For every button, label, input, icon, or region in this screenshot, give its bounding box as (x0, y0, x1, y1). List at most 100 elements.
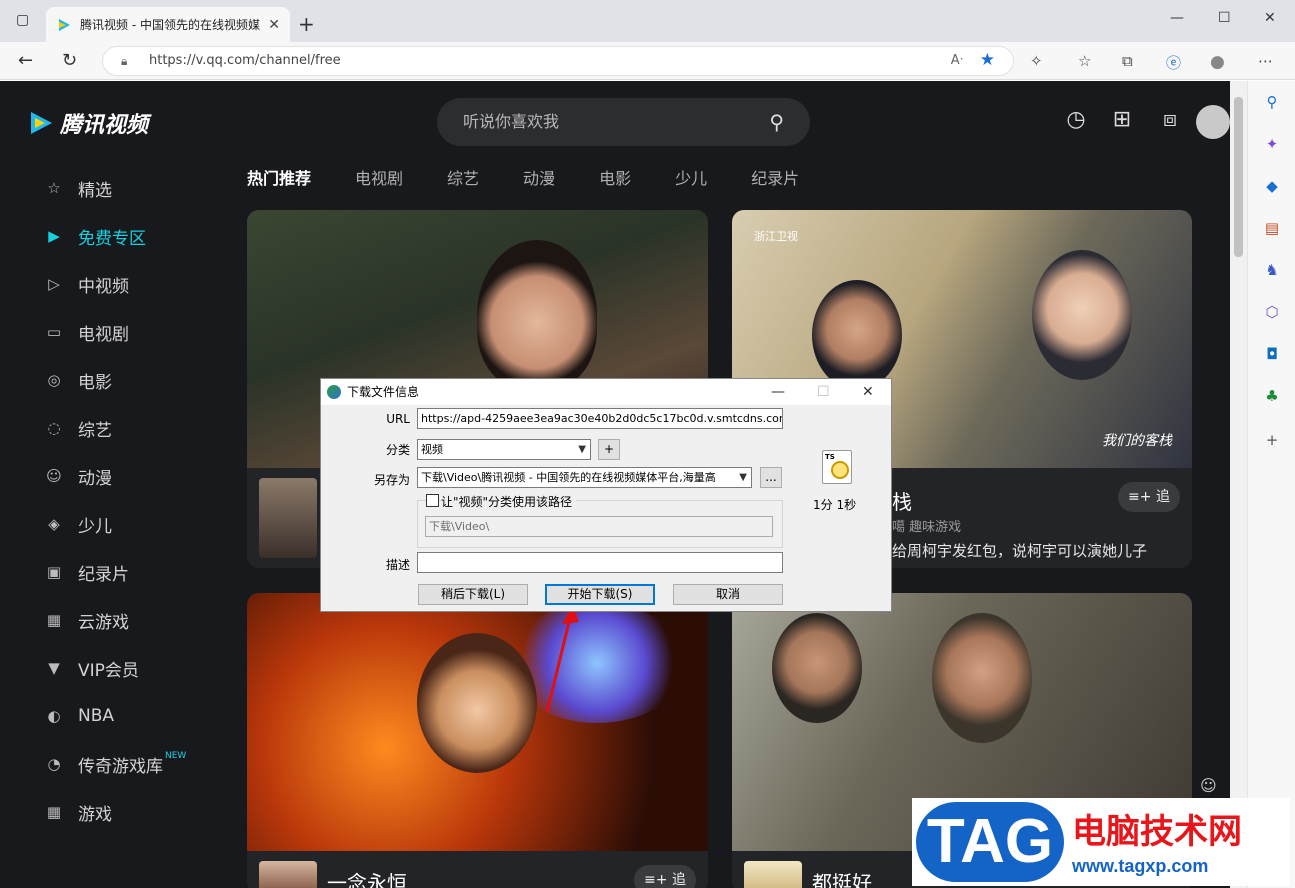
maximize-icon[interactable]: ☐ (1218, 10, 1231, 26)
history-icon[interactable]: ◷ (1062, 107, 1090, 135)
sidebar-item-variety[interactable]: ◌ 综艺 (0, 404, 200, 452)
add-icon[interactable]: + (1262, 431, 1282, 451)
games-icon[interactable]: ♞ (1262, 261, 1282, 281)
video-title[interactable]: 都挺好 (812, 867, 872, 888)
feedback-icon[interactable]: ☺ (1200, 776, 1217, 795)
follow-button[interactable]: ≡+ 追 (1118, 482, 1180, 512)
video-title[interactable]: 栈 (892, 486, 912, 515)
sidebar-item-label: 传奇游戏库 (78, 756, 163, 777)
video-title[interactable]: 一念永恒 (327, 867, 407, 888)
refresh-icon[interactable]: ↻ (62, 50, 77, 71)
address-bar[interactable]: 🔒︎ https://v.qq.com/channel/free Aᐧ ★ (102, 46, 1014, 76)
tab-anime[interactable]: 动漫 (523, 165, 555, 189)
client-download-icon[interactable]: ⧈ (1156, 107, 1184, 135)
sidebar-item-tv[interactable]: ▭ 电视剧 (0, 308, 200, 356)
category-select[interactable]: 视频 ▼ (417, 439, 591, 460)
start-download-button[interactable]: 开始下载(S) (545, 584, 655, 605)
more-menu-icon[interactable]: ⋯ (1258, 52, 1273, 70)
time-estimate: 1分 1秒 (813, 498, 857, 512)
minimize-icon[interactable]: — (1170, 10, 1184, 26)
favorite-star-icon[interactable]: ★ (980, 46, 995, 74)
tv-icon: ▭ (46, 323, 62, 341)
video-poster[interactable] (259, 478, 317, 558)
browse-button[interactable]: ... (760, 467, 782, 488)
camera-icon: ▣ (46, 563, 62, 581)
tab-documentary[interactable]: 纪录片 (751, 165, 799, 189)
follow-button[interactable]: ≡+ 追 (634, 865, 696, 888)
vip-icon: ▼ (48, 659, 60, 677)
tab-title: 腾讯视频 - 中国领先的在线视频媒 (80, 18, 260, 32)
sidebar-item-free[interactable]: ▶ 免费专区 (0, 212, 200, 260)
tab-actions-icon[interactable]: ▢ (16, 12, 29, 28)
tools-icon[interactable]: ▤ (1262, 219, 1282, 239)
sidebar-item-mid-video[interactable]: ▷ 中视频 (0, 260, 200, 308)
office-icon[interactable]: ⬡ (1262, 303, 1282, 323)
scrollbar-thumb[interactable] (1234, 97, 1243, 257)
outlook-icon[interactable]: ◘ (1262, 345, 1282, 365)
back-icon[interactable]: ← (18, 50, 33, 71)
description-field[interactable] (417, 552, 783, 573)
sidebar-item-legend-games[interactable]: ◔ 传奇游戏库 NEW (0, 740, 200, 788)
star-icon: ☆ (47, 179, 61, 197)
channel-logo: 浙江卫视 (754, 230, 798, 243)
page-scrollbar[interactable] (1230, 81, 1247, 888)
dialog-close-icon[interactable]: ✕ (862, 379, 874, 405)
favorites-icon[interactable]: ☆ (1078, 52, 1091, 70)
category-label: 分类 (385, 443, 410, 457)
search-placeholder: 听说你喜欢我 (463, 112, 560, 131)
sidebar-item-documentary[interactable]: ▣ 纪录片 (0, 548, 200, 596)
add-category-button[interactable]: + (598, 439, 620, 460)
video-poster[interactable] (259, 861, 317, 888)
download-later-button[interactable]: 稍后下载(L) (418, 584, 528, 605)
close-window-icon[interactable]: ✕ (1264, 10, 1276, 26)
sidebar-item-cloud-game[interactable]: ▦ 云游戏 (0, 596, 200, 644)
tree-icon[interactable]: ♣ (1262, 387, 1282, 407)
video-thumbnail[interactable] (247, 593, 708, 851)
tab-close-icon[interactable]: ✕ (268, 17, 280, 33)
tab-hot[interactable]: 热门推荐 (247, 165, 311, 189)
new-tab-icon[interactable]: + (298, 12, 315, 36)
chat-icon: ◌ (47, 419, 61, 437)
url-field[interactable]: https://apd-4259aee3ea9ac30e40b2d0dc5c17… (417, 408, 783, 429)
sidebar-item-anime[interactable]: ☺ 动漫 (0, 452, 200, 500)
sidebar-item-movie[interactable]: ◎ 电影 (0, 356, 200, 404)
thumbnail-figure (932, 613, 1032, 743)
sidebar-item-vip[interactable]: ▼ VIP会员 (0, 644, 200, 692)
profile-icon[interactable]: ● (1210, 52, 1225, 72)
tab-kids[interactable]: 少儿 (675, 165, 707, 189)
play-icon: ▶ (48, 227, 60, 245)
sidebar-item-kids[interactable]: ◈ 少儿 (0, 500, 200, 548)
legend-icon: ◔ (47, 755, 61, 773)
shopping-tag-icon[interactable]: ◆ (1262, 177, 1282, 197)
save-as-label: 另存为 (373, 473, 410, 487)
category-path-field: 下载\Video\ (425, 516, 773, 537)
collections-icon[interactable]: ⧉ (1122, 52, 1133, 70)
read-aloud-icon[interactable]: Aᐧ (951, 47, 963, 75)
browser-tab[interactable]: 腾讯视频 - 中国领先的在线视频媒 ✕ (46, 7, 290, 42)
upload-video-icon[interactable]: ⊞ (1108, 107, 1136, 135)
video-poster[interactable] (744, 861, 802, 888)
tab-tv[interactable]: 电视剧 (355, 165, 403, 189)
tab-variety[interactable]: 综艺 (447, 165, 479, 189)
sidebar-item-nba[interactable]: ◐ NBA (0, 692, 200, 740)
save-as-select[interactable]: 下载\Video\腾讯视频 - 中国领先的在线视频媒体平台,海量高 ▼ (417, 467, 752, 488)
tab-movie[interactable]: 电影 (599, 165, 631, 189)
search-icon[interactable]: ⚲ (769, 98, 784, 146)
copilot-icon[interactable]: ✦ (1262, 135, 1282, 155)
dialog-minimize-icon[interactable]: — (771, 379, 785, 405)
kids-icon: ◈ (48, 515, 60, 533)
game-icon: ▦ (46, 803, 62, 821)
edge-icon[interactable]: ⓔ (1166, 52, 1181, 73)
search-icon[interactable]: ⚲ (1262, 93, 1282, 113)
sidebar-item-jingxuan[interactable]: ☆ 精选 (0, 164, 200, 212)
extensions-icon[interactable]: ✧ (1030, 52, 1043, 70)
user-avatar[interactable] (1196, 105, 1230, 139)
site-logo[interactable]: 腾讯视频 (28, 107, 148, 139)
search-box[interactable]: 听说你喜欢我 ⚲ (437, 98, 810, 146)
cancel-button[interactable]: 取消 (673, 584, 783, 605)
sidebar-item-label: 动漫 (78, 468, 112, 489)
use-path-checkbox[interactable] (426, 494, 439, 507)
watermark-url: www.tagxp.com (1072, 856, 1209, 876)
video-card[interactable]: 一念永恒 ≡+ 追 (247, 593, 708, 888)
sidebar-item-games[interactable]: ▦ 游戏 (0, 788, 200, 836)
